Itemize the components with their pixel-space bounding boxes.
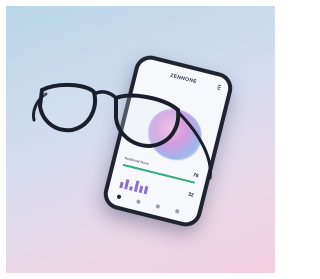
secondary-value: 32 xyxy=(187,191,195,199)
activity-bar xyxy=(143,185,149,195)
heart-tab-icon xyxy=(155,204,161,209)
home-tab-icon xyxy=(116,194,122,200)
profile-tab-icon xyxy=(174,208,180,214)
activity-bar xyxy=(128,185,133,191)
activity-bar xyxy=(119,181,124,189)
activity-bar xyxy=(138,185,144,194)
product-image: ZENNONE Nutritional Score 78 32 xyxy=(0,0,281,279)
stats-tab-icon xyxy=(136,199,141,205)
eyeglasses xyxy=(32,83,212,180)
